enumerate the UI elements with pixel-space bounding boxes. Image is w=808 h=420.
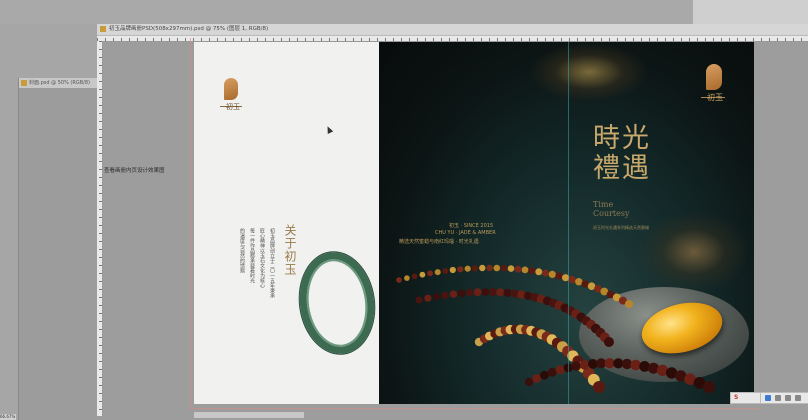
bead xyxy=(466,288,474,297)
bead xyxy=(486,264,493,272)
bead xyxy=(442,268,449,274)
bead xyxy=(575,278,583,286)
tray-icon-4[interactable] xyxy=(795,395,801,401)
bead xyxy=(555,272,563,280)
bead xyxy=(547,367,557,377)
main-window-tab[interactable]: 初玉品牌画册PSD(508x297mm).psd @ 75% (图层 1, RG… xyxy=(97,24,808,36)
bead xyxy=(625,300,633,308)
bead xyxy=(528,267,536,275)
bead xyxy=(479,264,486,272)
body-column-1: 初玉品牌创立于二〇一五年秉承 xyxy=(269,228,275,298)
ime-label: S xyxy=(734,394,739,401)
bead xyxy=(424,294,432,302)
bead xyxy=(427,270,433,277)
tray-icon-1[interactable] xyxy=(765,395,771,401)
bead xyxy=(464,265,471,272)
bead xyxy=(507,265,515,272)
bead xyxy=(535,268,543,276)
bead xyxy=(540,370,549,380)
bead xyxy=(433,293,441,301)
background-window-tab[interactable]: 封面.psd @ 50% (RGB/8) xyxy=(19,78,105,88)
brochure-right-page[interactable]: 初玉 時光 禮遇 Time Courtesy 初玉时光礼遇系列精选天然蜜蜡 初玉… xyxy=(379,42,754,404)
bead xyxy=(441,291,449,299)
bead xyxy=(449,266,456,274)
bead xyxy=(703,381,715,393)
bead xyxy=(593,381,605,393)
bead xyxy=(411,273,418,280)
logo-text: 初玉 xyxy=(226,103,240,111)
workspace-top-right xyxy=(693,0,808,24)
body-column-3: 每一件作品都承载着时光 xyxy=(249,228,255,283)
zoom-status[interactable]: 66.67% xyxy=(0,414,16,420)
body-column-4: 的温度与自然的馈赠 xyxy=(239,228,245,273)
bead xyxy=(532,374,541,383)
bead xyxy=(473,288,482,297)
bead xyxy=(419,271,426,278)
bead xyxy=(579,360,590,370)
bead xyxy=(542,269,550,277)
photoshop-doc-icon xyxy=(100,26,106,32)
bead xyxy=(500,264,508,272)
workspace-top xyxy=(0,0,808,24)
seed-logo-icon xyxy=(224,78,238,100)
bead xyxy=(581,280,589,288)
about-heading: 关于初玉 xyxy=(283,224,297,276)
body-column-2: 匠心精神以玉石文化为核心 xyxy=(259,228,265,288)
horizontal-scrollbar[interactable] xyxy=(194,412,304,418)
system-tray[interactable] xyxy=(760,392,808,404)
bead xyxy=(415,296,423,304)
bead xyxy=(457,289,466,298)
bead xyxy=(521,266,529,274)
bead xyxy=(571,361,581,371)
bead xyxy=(488,288,497,297)
background-window-title: 封面.psd @ 50% (RGB/8) xyxy=(29,80,90,86)
bead xyxy=(496,288,505,297)
tray-icon-2[interactable] xyxy=(775,395,781,401)
side-label: 查看画册内页设计效果图 xyxy=(104,168,165,174)
bead xyxy=(404,275,410,281)
bead xyxy=(434,269,441,276)
bead xyxy=(524,377,534,387)
bead xyxy=(503,288,512,297)
bleed-guide-left xyxy=(190,38,191,408)
bead xyxy=(555,365,565,375)
bead xyxy=(396,277,402,283)
vertical-ruler[interactable] xyxy=(97,41,103,416)
bead xyxy=(514,265,522,273)
brand-logo: 初玉 xyxy=(220,78,242,118)
center-guide-line[interactable] xyxy=(568,42,569,404)
bead xyxy=(493,264,501,272)
bead xyxy=(548,270,556,278)
bead xyxy=(481,288,490,296)
bead xyxy=(568,275,576,284)
bead xyxy=(604,337,614,347)
bead xyxy=(471,265,479,272)
background-document-window[interactable]: 封面.psd @ 50% (RGB/8) xyxy=(18,78,105,420)
main-window-title: 初玉品牌画册PSD(508x297mm).psd @ 75% (图层 1, RG… xyxy=(109,26,269,32)
bleed-guide-bottom xyxy=(190,408,760,409)
bead xyxy=(449,290,458,298)
tray-icon-3[interactable] xyxy=(785,395,791,401)
bead-strands-image xyxy=(396,264,715,393)
ime-indicator[interactable]: S xyxy=(730,392,762,404)
bead xyxy=(457,266,464,273)
photoshop-doc-icon xyxy=(21,80,27,86)
